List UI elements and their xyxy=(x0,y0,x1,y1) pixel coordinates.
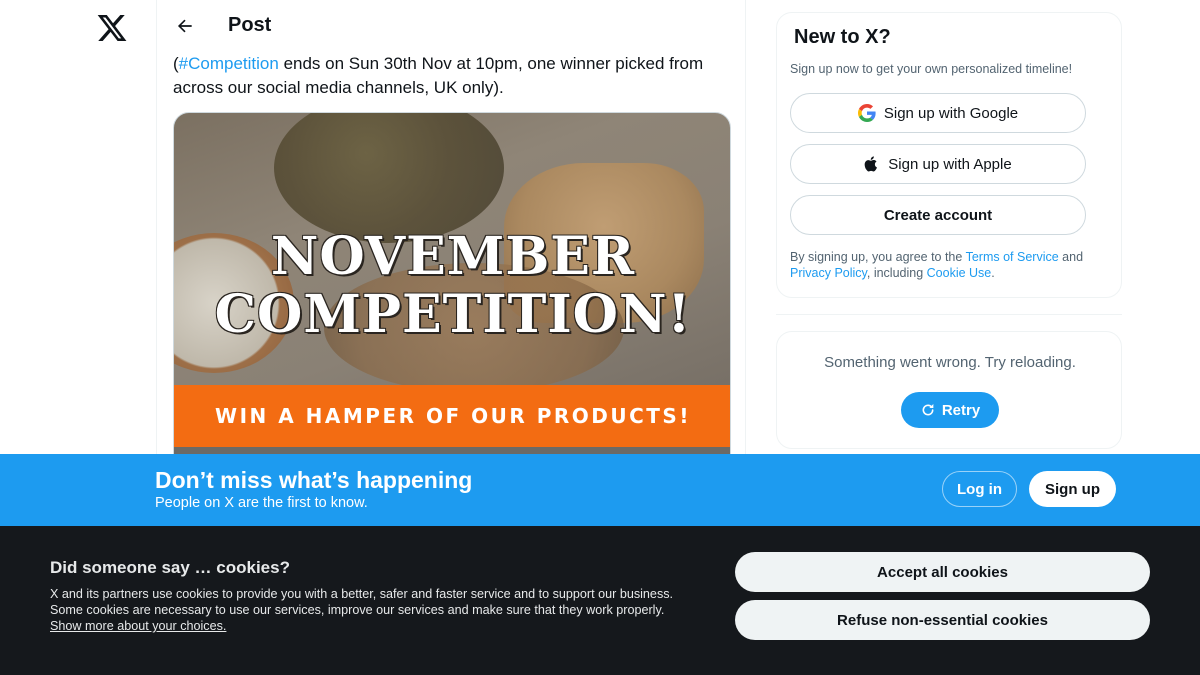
accept-cookies-button[interactable]: Accept all cookies xyxy=(735,552,1150,592)
privacy-link[interactable]: Privacy Policy xyxy=(790,266,867,280)
google-signup-button[interactable]: Sign up with Google xyxy=(790,93,1086,133)
back-button[interactable] xyxy=(171,12,199,40)
cookie-banner: Did someone say … cookies? X and its par… xyxy=(0,526,1200,675)
legal-prefix: By signing up, you agree to the xyxy=(790,250,966,264)
image-headline: NOVEMBER COMPETITION! xyxy=(174,226,730,345)
signup-title: New to X? xyxy=(794,26,891,48)
error-card: Something went wrong. Try reloading. Ret… xyxy=(776,331,1122,449)
cookie-choices-link[interactable]: Show more about your choices. xyxy=(50,619,226,633)
login-button[interactable]: Log in xyxy=(942,471,1017,507)
google-signup-label: Sign up with Google xyxy=(883,104,1019,122)
retry-button[interactable]: Retry xyxy=(901,392,999,428)
food-bowl-shape xyxy=(274,113,504,243)
create-account-label: Create account xyxy=(883,206,993,224)
legal-end: . xyxy=(991,266,995,280)
arrow-left-icon xyxy=(177,19,192,33)
signup-subtitle: Sign up now to get your own personalized… xyxy=(790,62,1073,76)
signup-card: New to X? Sign up now to get your own pe… xyxy=(776,12,1122,298)
retry-label: Retry xyxy=(941,401,981,419)
error-message: Something went wrong. Try reloading. xyxy=(824,354,1076,371)
apple-icon xyxy=(864,155,880,173)
image-headline-line1: NOVEMBER xyxy=(270,226,636,287)
legal-text: By signing up, you agree to the Terms of… xyxy=(790,249,1110,281)
cookie-title: Did someone say … cookies? xyxy=(50,558,290,577)
legal-and: and xyxy=(1058,250,1084,264)
post-image[interactable]: NOVEMBER COMPETITION! WIN A HAMPER OF OU… xyxy=(173,112,731,472)
refresh-icon xyxy=(920,402,936,418)
right-column-divider xyxy=(776,314,1122,315)
x-logo-icon[interactable] xyxy=(96,12,128,44)
image-band: WIN A HAMPER OF OUR PRODUCTS! xyxy=(174,385,730,447)
signup-button[interactable]: Sign up xyxy=(1029,471,1116,507)
legal-including: , including xyxy=(866,266,927,280)
cookie-use-link[interactable]: Cookie Use xyxy=(927,266,992,280)
create-account-button[interactable]: Create account xyxy=(790,195,1086,235)
login-prompt-bar: Don’t miss what’s happening People on X … xyxy=(0,454,1200,526)
login-prompt-subtitle: People on X are the first to know. xyxy=(155,495,368,511)
page: Post (#Competition ends on Sun 30th Nov … xyxy=(0,0,1200,675)
google-icon xyxy=(857,104,876,122)
cookie-body: X and its partners use cookies to provid… xyxy=(50,586,680,634)
page-title: Post xyxy=(228,14,272,36)
hashtag-link[interactable]: #Competition xyxy=(179,54,279,73)
post-header: Post xyxy=(157,8,747,44)
apple-signup-label: Sign up with Apple xyxy=(888,155,1012,173)
apple-signup-button[interactable]: Sign up with Apple xyxy=(790,144,1086,184)
post-text: (#Competition ends on Sun 30th Nov at 10… xyxy=(173,52,733,100)
image-headline-line2: COMPETITION! xyxy=(214,284,692,345)
image-band-text: WIN A HAMPER OF OUR PRODUCTS! xyxy=(215,404,691,428)
login-prompt-title: Don’t miss what’s happening xyxy=(155,467,473,493)
terms-link[interactable]: Terms of Service xyxy=(966,250,1059,264)
cookie-body-text: X and its partners use cookies to provid… xyxy=(50,587,674,617)
refuse-cookies-button[interactable]: Refuse non-essential cookies xyxy=(735,600,1150,640)
